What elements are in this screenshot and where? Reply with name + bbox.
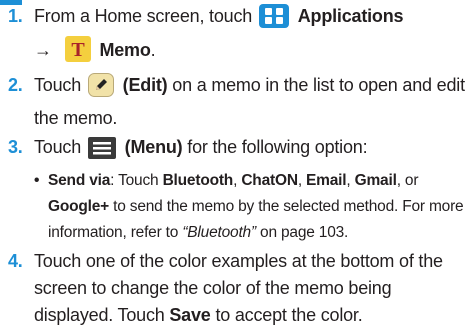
step-number: 4. <box>8 251 23 271</box>
step-1: 1. From a Home screen, touch Application… <box>0 3 470 70</box>
page-reference: on page 103. <box>260 224 349 241</box>
colon-touch: : Touch <box>110 172 159 189</box>
save-label: Save <box>169 305 211 325</box>
memo-label: Memo <box>99 40 151 60</box>
step-4: 4. Touch one of the color examples at th… <box>0 248 470 329</box>
gmail-option: Gmail <box>354 172 397 189</box>
apps-grid-icon <box>258 4 289 36</box>
step-text: From a Home screen, touch <box>34 6 253 26</box>
step-number: 2. <box>8 75 23 95</box>
period: . <box>150 40 156 60</box>
edit-label: (Edit) <box>122 75 168 95</box>
applications-label: Applications <box>297 6 404 26</box>
step-2: 2. Touch (Edit) on a memo in the list to… <box>0 72 470 132</box>
document-page: 1. From a Home screen, touch Application… <box>0 0 474 330</box>
touch-text: Touch <box>34 75 82 95</box>
step-text: for the following option: <box>187 137 368 157</box>
bullet-text: to send the memo by the selected method.… <box>48 198 464 241</box>
edit-pencil-icon <box>87 73 114 105</box>
chaton-option: ChatON <box>241 172 298 189</box>
memo-icon-letter: T <box>71 39 85 61</box>
menu-icon <box>87 137 116 167</box>
touch-text: Touch <box>34 137 82 157</box>
step-text-end: to accept the color. <box>215 305 363 325</box>
arrow-glyph: → <box>34 40 52 60</box>
bullet-dot: • <box>34 172 40 189</box>
send-via-bullet: • Send via: Touch Bluetooth, ChatON, Ema… <box>34 168 470 246</box>
google-plus-option: Google+ <box>48 198 110 215</box>
memo-app-icon: T <box>64 36 91 70</box>
step-3: 3. Touch (Menu) for the following option… <box>0 134 470 246</box>
step-number: 1. <box>8 6 23 26</box>
step-number: 3. <box>8 137 23 157</box>
send-via-label: Send via <box>48 172 111 189</box>
instruction-steps: 1. From a Home screen, touch Application… <box>0 3 470 329</box>
or-text: or <box>404 172 419 189</box>
email-option: Email <box>306 172 347 189</box>
cross-reference: “Bluetooth” <box>182 224 256 241</box>
menu-label: (Menu) <box>124 137 183 157</box>
bluetooth-option: Bluetooth <box>162 172 234 189</box>
